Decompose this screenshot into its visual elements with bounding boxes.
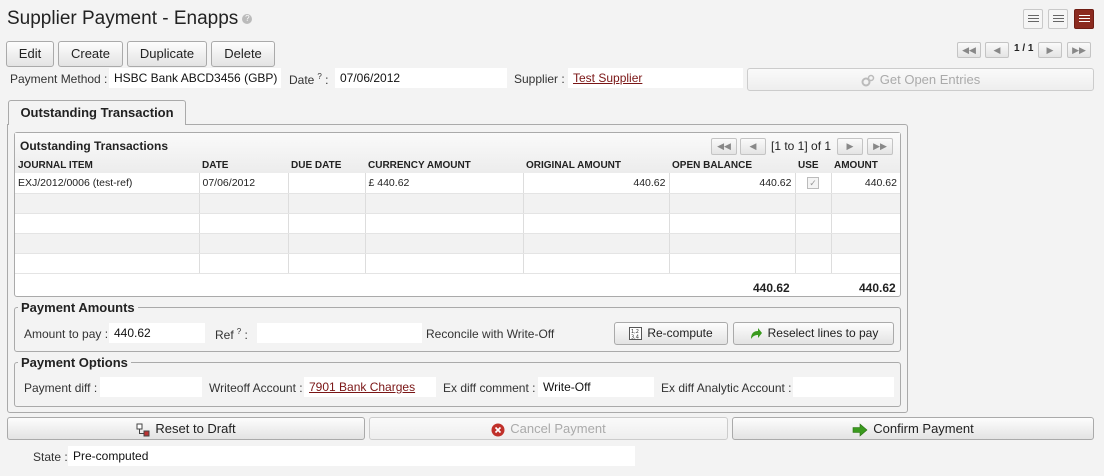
- detail-view-icon[interactable]: [1048, 9, 1068, 29]
- prev-page-icon[interactable]: ◀: [985, 42, 1009, 58]
- ex-diff-analytic-label: Ex diff Analytic Account :: [661, 381, 792, 395]
- ex-diff-comment-label: Ex diff comment :: [443, 381, 536, 395]
- table-row-empty: [15, 213, 900, 234]
- help-icon[interactable]: ?: [242, 13, 253, 24]
- last-page-icon[interactable]: ▶▶: [1067, 42, 1091, 58]
- workflow-icon: [136, 423, 150, 437]
- cell-currency-amount: £ 440.62: [365, 173, 524, 194]
- delete-button[interactable]: Delete: [211, 41, 275, 67]
- writeoff-account-field[interactable]: 7901 Bank Charges: [304, 377, 436, 397]
- col-journal-item[interactable]: JOURNAL ITEM: [15, 157, 199, 173]
- duplicate-button[interactable]: Duplicate: [127, 41, 207, 67]
- checkbox-icon[interactable]: ✓: [807, 176, 819, 189]
- edit-button[interactable]: Edit: [6, 41, 54, 67]
- list-view-icon[interactable]: [1023, 9, 1043, 29]
- recompute-icon: 1,2 3,4: [629, 327, 643, 341]
- recompute-button[interactable]: 1,2 3,4 Re-compute: [614, 322, 728, 345]
- col-currency-amount[interactable]: CURRENCY AMOUNT: [365, 157, 523, 173]
- ref-field[interactable]: [257, 323, 422, 343]
- gears-icon: [861, 74, 875, 87]
- ex-diff-analytic-field[interactable]: [793, 377, 894, 397]
- next-page-icon[interactable]: ▶: [1038, 42, 1062, 58]
- cell-date: 07/06/2012: [199, 173, 289, 194]
- get-open-entries-button[interactable]: Get Open Entries: [747, 68, 1094, 91]
- table-row-empty: [15, 233, 900, 254]
- col-open-balance[interactable]: OPEN BALANCE: [669, 157, 795, 173]
- col-use[interactable]: USE: [795, 157, 831, 173]
- page-title-text: Supplier Payment - Enapps: [7, 8, 239, 29]
- payment-diff-label: Payment diff :: [24, 381, 98, 395]
- ref-help-icon[interactable]: ?: [237, 327, 241, 336]
- table-row-empty: [15, 193, 900, 214]
- get-open-entries-label: Get Open Entries: [879, 72, 981, 87]
- amount-to-pay-field[interactable]: 440.62: [109, 323, 205, 343]
- grid-next-page-icon[interactable]: ▶: [837, 138, 863, 155]
- date-help-icon[interactable]: ?: [317, 72, 321, 81]
- writeoff-account-link[interactable]: 7901 Bank Charges: [309, 380, 415, 394]
- supplier-label: Supplier :: [514, 72, 565, 86]
- first-page-icon[interactable]: ◀◀: [957, 42, 981, 58]
- cell-original-amount: 440.62: [523, 173, 670, 194]
- payment-options-legend: Payment Options: [18, 355, 131, 370]
- col-amount[interactable]: AMOUNT: [831, 157, 900, 173]
- total-open-balance: 440.62: [753, 281, 790, 295]
- page-title: Supplier Payment - Enapps?: [7, 8, 253, 30]
- date-label: Date? :: [289, 72, 329, 87]
- create-button[interactable]: Create: [58, 41, 123, 67]
- cell-amount: 440.62: [831, 173, 900, 194]
- grid-prev-page-icon[interactable]: ◀: [740, 138, 766, 155]
- table-header-row: JOURNAL ITEM DATE DUE DATE CURRENCY AMOU…: [15, 157, 900, 173]
- date-field[interactable]: 07/06/2012: [335, 68, 507, 88]
- reset-to-draft-button[interactable]: Reset to Draft: [7, 417, 365, 440]
- col-original-amount[interactable]: ORIGINAL AMOUNT: [523, 157, 669, 173]
- cell-due-date: [288, 173, 366, 194]
- transactions-table: JOURNAL ITEM DATE DUE DATE CURRENCY AMOU…: [15, 157, 900, 274]
- cell-journal-item: EXJ/2012/0006 (test-ref): [15, 173, 200, 194]
- col-date[interactable]: DATE: [199, 157, 288, 173]
- green-arrow-icon: [852, 422, 868, 437]
- cell-use: ✓: [795, 173, 832, 194]
- col-due-date[interactable]: DUE DATE: [288, 157, 365, 173]
- grid-last-page-icon[interactable]: ▶▶: [867, 138, 893, 155]
- payment-amounts-legend: Payment Amounts: [18, 300, 138, 315]
- reconcile-writeoff-label: Reconcile with Write-Off: [426, 327, 555, 341]
- confirm-payment-label: Confirm Payment: [873, 421, 974, 436]
- grid-first-page-icon[interactable]: ◀◀: [711, 138, 737, 155]
- reset-to-draft-label: Reset to Draft: [155, 421, 236, 436]
- grid-title: Outstanding Transactions: [20, 139, 169, 153]
- supplier-field[interactable]: Test Supplier: [568, 68, 743, 88]
- recompute-label: Re-compute: [647, 326, 713, 340]
- confirm-payment-button[interactable]: Confirm Payment: [732, 417, 1094, 440]
- amount-to-pay-label: Amount to pay :: [24, 327, 109, 341]
- table-row[interactable]: EXJ/2012/0006 (test-ref) 07/06/2012 £ 44…: [15, 173, 900, 194]
- payment-method-label: Payment Method :: [10, 72, 108, 86]
- payment-method-field[interactable]: HSBC Bank ABCD3456 (GBP): [109, 68, 281, 88]
- tab-outstanding-transaction[interactable]: Outstanding Transaction: [8, 100, 186, 125]
- cancel-payment-button[interactable]: Cancel Payment: [369, 417, 728, 440]
- form-view-icon[interactable]: [1074, 9, 1094, 29]
- cell-open-balance: 440.62: [669, 173, 796, 194]
- green-arrow-icon: [750, 327, 762, 339]
- reselect-lines-label: Reselect lines to pay: [767, 326, 879, 340]
- cancel-payment-label: Cancel Payment: [510, 421, 606, 436]
- ex-diff-comment-field[interactable]: Write-Off: [538, 377, 654, 397]
- table-row-empty: [15, 253, 900, 274]
- ref-label: Ref? :: [215, 327, 248, 342]
- svg-text:3,4: 3,4: [631, 335, 639, 341]
- grid-pager-text: [1 to 1] of 1: [771, 139, 832, 153]
- state-label: State :: [33, 450, 68, 464]
- reselect-lines-button[interactable]: Reselect lines to pay: [733, 322, 894, 345]
- cancel-icon: [491, 423, 505, 437]
- payment-diff-field[interactable]: [100, 377, 202, 397]
- total-amount: 440.62: [859, 281, 896, 295]
- supplier-link[interactable]: Test Supplier: [573, 71, 642, 85]
- writeoff-account-label: Writeoff Account :: [209, 381, 303, 395]
- record-pager-text: 1 / 1: [1014, 43, 1034, 54]
- state-field: Pre-computed: [68, 446, 635, 466]
